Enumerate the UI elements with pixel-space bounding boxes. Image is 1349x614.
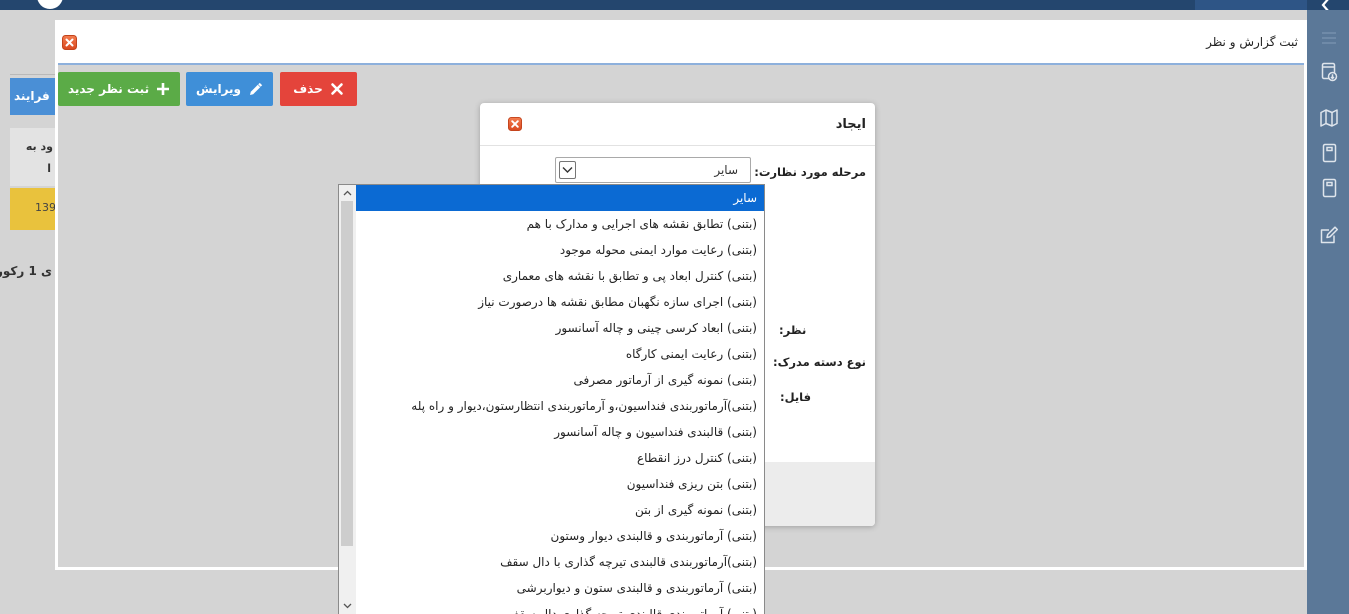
dropdown-option[interactable]: (بتنی) نمونه گیری از بتن bbox=[356, 497, 764, 523]
dropdown-option[interactable]: (بتنی) آرماتوربندی قالبندی تیرچه گذاری د… bbox=[356, 601, 764, 614]
table-header-cell: ود به ا bbox=[10, 128, 55, 186]
dropdown-option[interactable]: (بتنی)آرماتوربندی فنداسیون،و آرماتوربندی… bbox=[356, 393, 764, 419]
dropdown-option[interactable]: (بتنی) کنترل درز انقطاع bbox=[356, 445, 764, 471]
comment-label: نظر: bbox=[779, 323, 807, 337]
divider bbox=[10, 74, 60, 75]
plus-icon bbox=[157, 83, 170, 95]
dropdown-option[interactable]: (بتنی) رعایت موارد ایمنی محوله موجود bbox=[356, 237, 764, 263]
stage-dropdown-list[interactable]: سایر (بتنی) تطابق نقشه های اجرایی و مدار… bbox=[338, 184, 765, 614]
stage-select[interactable]: سایر bbox=[555, 157, 751, 183]
dialog-title: ایجاد bbox=[835, 117, 866, 132]
pencil-icon bbox=[250, 82, 263, 95]
scroll-down-icon[interactable] bbox=[339, 598, 356, 614]
x-icon bbox=[330, 83, 343, 95]
dropdown-option[interactable]: (بتنی) آرماتوربندی و قالبندی دیوار وستون bbox=[356, 523, 764, 549]
inbox-download-icon[interactable] bbox=[1319, 62, 1339, 82]
chevron-down-icon[interactable] bbox=[559, 161, 576, 179]
right-sidebar bbox=[1307, 10, 1349, 614]
notebook-icon[interactable] bbox=[1319, 143, 1339, 163]
dropdown-option[interactable]: (بتنی) ابعاد کرسی چینی و چاله آسانسور bbox=[356, 315, 764, 341]
notebook-icon[interactable] bbox=[1319, 178, 1339, 198]
dropdown-option[interactable]: (بتنی) آرماتوربندی و قالبندی ستون و دیوا… bbox=[356, 575, 764, 601]
add-comment-button[interactable]: ثبت نظر جدید bbox=[58, 72, 180, 106]
dropdown-option[interactable]: (بتنی) نمونه گیری از آرماتور مصرفی bbox=[356, 367, 764, 393]
close-icon[interactable] bbox=[508, 117, 522, 131]
scroll-thumb[interactable] bbox=[341, 201, 353, 546]
table-header-text: ا bbox=[47, 162, 51, 175]
file-label: فایل: bbox=[780, 390, 812, 404]
edit-label: ویرایش bbox=[196, 82, 242, 96]
table-header-text: ود به bbox=[25, 140, 53, 153]
menu-icon[interactable] bbox=[1319, 28, 1339, 48]
close-icon[interactable] bbox=[62, 35, 77, 50]
logo-icon bbox=[37, 0, 63, 9]
stage-select-value: سایر bbox=[714, 163, 738, 177]
modal-title: ثبت گزارش و نظر bbox=[1206, 35, 1298, 49]
dialog-divider bbox=[480, 145, 875, 146]
modal-title-bar: ثبت گزارش و نظر bbox=[58, 20, 1304, 65]
stage-label: مرحله مورد نظارت: bbox=[754, 165, 866, 179]
map-icon[interactable] bbox=[1319, 108, 1339, 128]
add-comment-label: ثبت نظر جدید bbox=[67, 82, 150, 96]
edit-button[interactable]: ویرایش bbox=[186, 72, 273, 106]
dropdown-option[interactable]: (بتنی) قالبندی فنداسیون و چاله آسانسور bbox=[356, 419, 764, 445]
dropdown-option[interactable]: (بتنی) رعایت ایمنی کارگاه bbox=[356, 341, 764, 367]
top-bar bbox=[0, 0, 1349, 10]
delete-label: حذف bbox=[293, 82, 323, 96]
edit-icon[interactable] bbox=[1319, 225, 1339, 245]
dropdown-options: سایر (بتنی) تطابق نقشه های اجرایی و مدار… bbox=[356, 185, 764, 614]
top-bar-segment bbox=[1195, 0, 1307, 10]
back-arrow-icon[interactable] bbox=[1318, 0, 1334, 10]
dropdown-scrollbar[interactable] bbox=[339, 185, 356, 614]
doc-type-label: نوع دسته مدرک: bbox=[772, 355, 866, 369]
record-count: ی 1 رکورد bbox=[0, 264, 52, 278]
dropdown-option[interactable]: (بتنی) کنترل ابعاد پی و تطابق با نقشه ها… bbox=[356, 263, 764, 289]
delete-button[interactable]: حذف bbox=[280, 72, 357, 106]
dropdown-option[interactable]: (بتنی) اجرای سازه نگهبان مطابق نقشه ها د… bbox=[356, 289, 764, 315]
table-cell-year[interactable]: 1398 bbox=[10, 188, 63, 230]
scroll-up-icon[interactable] bbox=[339, 185, 356, 201]
dropdown-option[interactable]: (بتنی) تطابق نقشه های اجرایی و مدارک با … bbox=[356, 211, 764, 237]
dropdown-option[interactable]: (بتنی)آرماتوربندی قالبندی تیرچه گذاری با… bbox=[356, 549, 764, 575]
dropdown-option[interactable]: (بتنی) بتن ریزی فنداسیون bbox=[356, 471, 764, 497]
dropdown-option[interactable]: سایر bbox=[356, 185, 764, 211]
